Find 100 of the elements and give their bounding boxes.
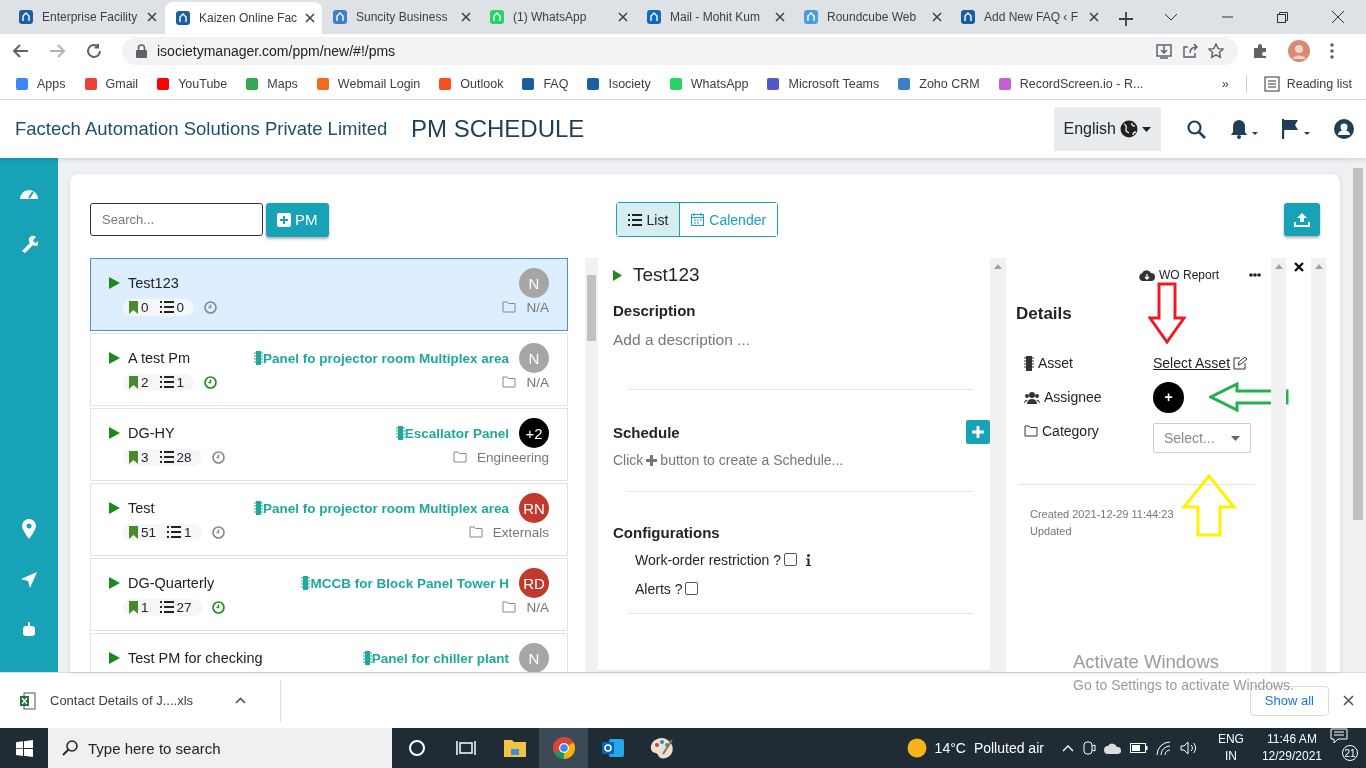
avatar-icon[interactable] (1288, 40, 1310, 62)
browser-icon (551, 736, 576, 760)
address-bar[interactable]: isocietymanager.com/ppm/new/#!/pms (122, 37, 1238, 65)
install-icon[interactable] (1156, 43, 1172, 59)
caret-up-icon[interactable] (235, 697, 246, 704)
input-language[interactable]: ENG (1217, 731, 1244, 748)
bookmark-link[interactable]: FAQ (543, 76, 569, 91)
close-icon[interactable] (1293, 262, 1304, 272)
browser-tab[interactable]: Mail - Mohit Kum (636, 2, 793, 32)
speaker-icon[interactable] (1179, 741, 1198, 755)
bookmark-link[interactable]: WhatsApp (690, 76, 749, 91)
close-icon[interactable] (147, 12, 157, 22)
close-icon[interactable] (461, 12, 471, 22)
calendar-icon (691, 213, 705, 226)
description-field[interactable]: Add a description ... (613, 331, 990, 349)
bookmark-link[interactable]: Gmail (105, 76, 139, 91)
pm-list-item[interactable]: DG-HY Escallator Panel +2 3 28 Engineering (90, 408, 568, 481)
navigation-arrow-icon[interactable] (21, 572, 37, 588)
bookmark-link[interactable]: YouTube (178, 76, 228, 91)
select-asset-link[interactable]: Select Asset (1153, 355, 1231, 371)
wrench-icon[interactable] (20, 235, 38, 253)
bookmark-link[interactable]: Maps (267, 76, 298, 91)
search-icon[interactable] (1187, 119, 1206, 139)
flag-icon[interactable] (1282, 119, 1310, 139)
language-dropdown[interactable]: English (1053, 107, 1161, 151)
camera-icon[interactable] (1081, 740, 1096, 756)
bookmark-link[interactable]: Isociety (608, 76, 651, 91)
scrollbar[interactable] (1271, 258, 1286, 672)
search-field[interactable]: Search... (90, 203, 263, 236)
more-icon[interactable] (1249, 273, 1261, 277)
back-icon[interactable] (12, 43, 29, 59)
category-label: Externals (492, 524, 549, 540)
close-icon[interactable] (1332, 11, 1344, 23)
taskbar-search-field[interactable]: Type here to search (48, 728, 392, 768)
browser-tab[interactable]: Suncity Business (322, 2, 479, 32)
close-icon[interactable] (305, 13, 316, 23)
battery-icon[interactable] (1129, 743, 1148, 753)
add-assignee-button[interactable]: + (1153, 381, 1184, 413)
chevron-down-icon[interactable] (1164, 13, 1178, 21)
close-icon[interactable] (1089, 12, 1099, 22)
wifi-icon[interactable] (1155, 741, 1172, 755)
plus-icon (646, 454, 658, 466)
wo-report-button[interactable]: WO Report (1159, 268, 1219, 282)
pm-list-item[interactable]: DG-Quarterly MCCB for Block Panel Tower H RD 1 27 N/A (90, 558, 568, 631)
clock-time[interactable]: 11:46 AM (1261, 731, 1322, 748)
close-icon[interactable] (775, 12, 785, 22)
share-icon[interactable] (1182, 43, 1198, 59)
star-icon[interactable] (1208, 43, 1224, 59)
scrollbar[interactable] (1311, 258, 1326, 672)
close-icon[interactable] (1343, 695, 1354, 706)
view-toggle[interactable]: List (616, 203, 681, 236)
bookmark-link[interactable]: RecordScreen.io - R... (1019, 76, 1144, 91)
close-icon[interactable] (618, 12, 628, 22)
browser-tab[interactable]: (1) WhatsApp (479, 2, 636, 32)
browser-tab[interactable]: Roundcube Web (793, 2, 950, 32)
edit-icon[interactable] (1233, 356, 1248, 370)
bell-icon[interactable] (1230, 119, 1258, 139)
browser-tab[interactable]: Kaizen Online Fac (165, 2, 322, 34)
more-bookmarks-button[interactable]: » (1221, 76, 1229, 91)
add-schedule-button[interactable] (966, 420, 990, 444)
pm-list-item[interactable]: Test Panel fo projector room Multiplex area RN 51 1 Externals (90, 483, 568, 556)
new-tab-icon[interactable] (1119, 12, 1133, 26)
browser-tab[interactable]: Enterprise Facility (8, 2, 165, 32)
bookmark-link[interactable]: Outlook (460, 76, 504, 91)
cloud-icon[interactable] (1103, 742, 1122, 754)
reading-list-link[interactable]: Reading list (1286, 76, 1352, 91)
download-file-name[interactable]: Contact Details of J....xls (50, 693, 194, 708)
bookmark-link[interactable]: Apps (37, 76, 66, 91)
browser-tab[interactable]: Add New FAQ ‹ F (950, 2, 1107, 32)
bookmark-link[interactable]: Webmail Login (337, 76, 421, 91)
reload-icon[interactable] (86, 43, 102, 59)
bookmark-link[interactable]: Microsoft Teams (788, 76, 880, 91)
category-select[interactable]: Select... (1153, 423, 1251, 453)
pm-list-item[interactable]: A test Pm Panel fo projector room Multiplex area N 2 1 N/A (90, 333, 568, 406)
start-icon[interactable] (15, 739, 33, 757)
scrollbar[interactable] (990, 258, 1006, 672)
input-region[interactable]: IN (1217, 748, 1244, 765)
mail-app-icon (600, 737, 625, 759)
upload-button[interactable] (1284, 203, 1320, 236)
reading-list-icon[interactable] (1263, 75, 1280, 92)
notification-icon[interactable] (1330, 728, 1348, 744)
caret-icon (1142, 126, 1151, 132)
chevron-up-icon[interactable] (1061, 744, 1074, 752)
scrollbar[interactable] (585, 258, 598, 672)
pm-list-item[interactable]: Test PM for checking Panel for chiller plant N (90, 633, 568, 672)
info-icon[interactable] (806, 553, 811, 566)
restore-icon[interactable] (1277, 11, 1288, 23)
pm-list-item[interactable]: Test123 N 0 0 N/A (90, 258, 568, 331)
avatar: N (519, 643, 549, 672)
checkbox[interactable] (784, 553, 797, 566)
category-label: N/A (526, 299, 549, 315)
clock-date[interactable]: 12/29/2021 (1261, 748, 1322, 765)
checkbox[interactable] (685, 582, 699, 595)
puzzle-icon[interactable] (1252, 43, 1268, 59)
schedule-hint: button to create a Schedule... (660, 452, 844, 468)
user-icon[interactable] (1334, 119, 1354, 139)
close-icon[interactable] (932, 12, 942, 22)
bookmark-link[interactable]: Zoho CRM (919, 76, 980, 91)
location-pin-icon[interactable] (22, 519, 36, 539)
kebab-menu-icon[interactable] (1330, 43, 1334, 59)
